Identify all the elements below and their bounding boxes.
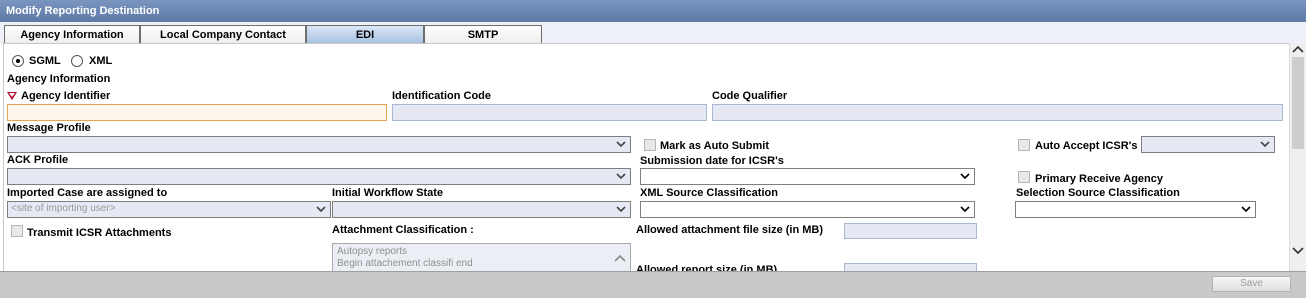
xml-source-label: XML Source Classification: [640, 187, 778, 199]
imported-case-select[interactable]: <site of importing user>: [7, 201, 331, 218]
window-title: Modify Reporting Destination: [0, 0, 1306, 22]
mark-auto-submit-label: Mark as Auto Submit: [660, 140, 769, 152]
sgml-label: SGML: [29, 55, 61, 67]
ack-profile-select[interactable]: [7, 168, 631, 185]
initial-workflow-select[interactable]: [332, 201, 631, 218]
scrollbar-thumb[interactable]: [1292, 57, 1304, 149]
vertical-scrollbar[interactable]: [1289, 43, 1306, 271]
xml-radio[interactable]: [71, 55, 83, 67]
initial-workflow-label: Initial Workflow State: [332, 187, 444, 199]
tab-local-company-contact[interactable]: Local Company Contact: [140, 25, 306, 43]
code-qualifier-label: Code Qualifier: [712, 90, 788, 102]
allowed-attachment-size-input[interactable]: [844, 223, 977, 239]
auto-accept-checkbox[interactable]: [1018, 139, 1030, 151]
tab-agency-information[interactable]: Agency Information: [4, 25, 140, 43]
transmit-attachments-label: Transmit ICSR Attachments: [27, 227, 172, 239]
tab-edi[interactable]: EDI: [306, 25, 424, 43]
transmit-attachments-checkbox[interactable]: [11, 225, 23, 237]
auto-accept-label: Auto Accept ICSR's: [1035, 140, 1138, 152]
chevron-down-icon: [960, 173, 970, 180]
list-item[interactable]: Autopsy reports: [337, 246, 626, 258]
message-profile-label: Message Profile: [7, 122, 91, 134]
required-flag-icon: [7, 92, 17, 100]
save-button[interactable]: Save: [1212, 276, 1291, 292]
chevron-down-icon: [1260, 141, 1270, 148]
selection-source-label: Selection Source Classification: [1016, 187, 1180, 199]
chevron-down-icon: [316, 206, 326, 213]
sgml-radio[interactable]: [12, 55, 24, 67]
identification-code-label: Identification Code: [392, 90, 491, 102]
attachment-classification-label: Attachment Classification :: [332, 224, 474, 236]
primary-receive-label: Primary Receive Agency: [1035, 173, 1163, 185]
auto-accept-select[interactable]: [1141, 136, 1275, 153]
chevron-down-icon: [616, 173, 626, 180]
imported-case-label: Imported Case are assigned to: [7, 187, 168, 199]
submission-date-select[interactable]: [640, 168, 975, 185]
xml-source-select[interactable]: [640, 201, 975, 218]
selection-source-select[interactable]: [1015, 201, 1256, 218]
ack-profile-label: ACK Profile: [7, 154, 69, 166]
allowed-report-size-input[interactable]: [844, 263, 977, 271]
chevron-down-icon: [616, 206, 626, 213]
chevron-up-icon[interactable]: [1292, 44, 1304, 54]
attachment-classification-list[interactable]: Autopsy reports Begin attachement classi…: [332, 243, 631, 273]
xml-label: XML: [89, 55, 113, 67]
code-qualifier-input[interactable]: [712, 104, 1283, 121]
imported-case-value: <site of importing user>: [11, 203, 116, 214]
mark-auto-submit-checkbox[interactable]: [644, 139, 656, 151]
agency-identifier-input[interactable]: [7, 104, 387, 121]
allowed-attachment-size-label: Allowed attachment file size (in MB): [636, 224, 824, 236]
chevron-up-icon[interactable]: [613, 253, 627, 263]
chevron-down-icon: [616, 141, 626, 148]
section-title: Agency Information: [7, 73, 111, 85]
message-profile-select[interactable]: [7, 136, 631, 153]
agency-identifier-label: Agency Identifier: [21, 90, 111, 102]
submission-date-label: Submission date for ICSR's: [640, 155, 784, 167]
list-item[interactable]: Begin attachement classifi end: [337, 258, 626, 270]
footer-bar: [0, 271, 1306, 298]
primary-receive-checkbox[interactable]: [1018, 171, 1030, 183]
tab-smtp[interactable]: SMTP: [424, 25, 542, 43]
allowed-report-size-label: Allowed report size (in MB): [636, 264, 778, 271]
chevron-down-icon[interactable]: [1292, 246, 1304, 256]
chevron-down-icon: [960, 206, 970, 213]
chevron-down-icon: [1241, 206, 1251, 213]
identification-code-input[interactable]: [392, 104, 707, 121]
